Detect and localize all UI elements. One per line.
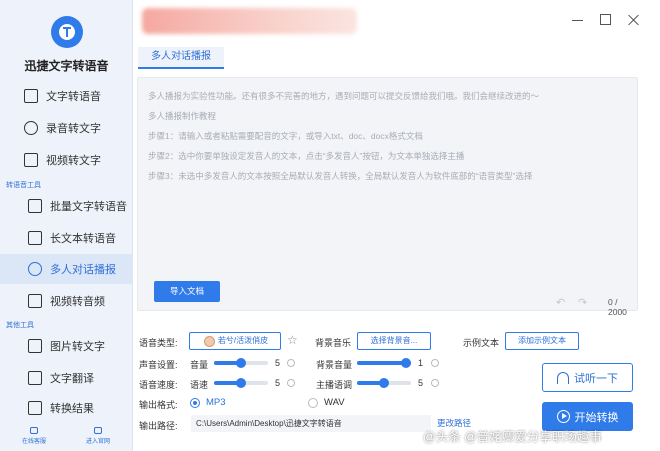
result-icon xyxy=(28,401,42,415)
close-button[interactable] xyxy=(628,14,640,26)
wav-label: WAV xyxy=(324,397,345,408)
sidebar-item-results[interactable]: 转换结果 xyxy=(0,393,133,423)
volume-value: 5 xyxy=(275,358,281,368)
sound-settings-label: 声音设置: xyxy=(139,360,178,370)
sidebar-item-label: 文字翻译 xyxy=(50,373,94,385)
translate-icon xyxy=(28,371,42,385)
text-editor[interactable]: 多人播报为实验性功能。还有很多不完善的地方，遇到问题可以提交反馈给我们哦。我们会… xyxy=(137,77,638,317)
monitor-icon xyxy=(94,427,102,434)
speed-label: 语音速度: xyxy=(139,380,178,390)
mic-icon xyxy=(24,121,38,135)
output-path-field[interactable]: C:\Users\Admin\Desktop\迅捷文字转语音 xyxy=(191,415,431,432)
hint-line: 步骤2：选中你要单独设定发音人的文本，点击“多发音人”按钮，为文本单独选择主播 xyxy=(148,151,465,161)
sidebar-item-label: 多人对话播报 xyxy=(50,264,116,276)
minimize-button[interactable] xyxy=(572,14,584,26)
output-format-label: 输出格式: xyxy=(139,400,178,410)
redo-icon[interactable]: ↷ xyxy=(578,296,587,309)
reset-icon[interactable] xyxy=(287,359,295,367)
mp3-label: MP3 xyxy=(206,397,226,408)
sidebar-item-video-to-text[interactable]: 视频转文字 xyxy=(0,145,133,175)
users-icon xyxy=(28,262,42,276)
slider-knob[interactable] xyxy=(401,358,411,368)
sidebar-item-label: 批量文字转语音 xyxy=(50,201,127,213)
favorite-star-icon[interactable]: ☆ xyxy=(287,333,298,347)
slider-knob[interactable] xyxy=(379,378,389,388)
hint-line: 步骤3：未选中多发音人的文本按照全局默认发音人转换，全局默认发音人为软件底部的“… xyxy=(148,171,533,181)
watermark: @头条 @普姥卿爱分享职场趣事 xyxy=(423,430,602,444)
pitch-slider[interactable] xyxy=(357,378,411,388)
sidebar-item-label: 长文本转语音 xyxy=(50,233,116,245)
image-icon xyxy=(28,339,42,353)
video-icon xyxy=(24,153,38,167)
blurred-title-banner xyxy=(142,8,357,34)
hint-line: 多人播报为实验性功能。还有很多不完善的地方，遇到问题可以提交反馈给我们哦。我们会… xyxy=(148,91,540,101)
play-icon xyxy=(556,410,570,423)
sidebar-item-label: 图片转文字 xyxy=(50,341,105,353)
long-text-icon xyxy=(28,231,42,245)
hint-line: 多人播报制作教程 xyxy=(148,111,217,121)
select-bg-music-button[interactable]: 选择背景音... xyxy=(357,332,431,350)
text-to-speech-icon xyxy=(24,89,38,103)
batch-icon xyxy=(28,199,42,213)
volume-label: 音量 xyxy=(190,360,209,370)
slider-knob[interactable] xyxy=(236,378,246,388)
sidebar-item-audio-to-text[interactable]: 录音转文字 xyxy=(0,113,133,143)
volume-slider[interactable] xyxy=(214,358,268,368)
sidebar-item-label: 视频转文字 xyxy=(46,155,101,167)
app-title: 迅捷文字转语音 xyxy=(24,59,109,73)
wav-radio[interactable] xyxy=(308,398,318,408)
sidebar-item-label: 文字转语音 xyxy=(46,91,101,103)
speed-sub-label: 语速 xyxy=(190,380,209,390)
group-label-speech-tools: 转语音工具 xyxy=(6,182,41,189)
online-service-button[interactable]: 在线客服 xyxy=(14,427,54,445)
headphones-icon xyxy=(557,371,569,384)
add-example-text-button[interactable]: 添加示例文本 xyxy=(505,332,579,350)
speaker-avatar xyxy=(204,336,215,347)
import-document-button[interactable]: 导入文档 xyxy=(154,281,220,302)
preview-button[interactable]: 试听一下 xyxy=(542,363,633,392)
sidebar-item-multi-speaker[interactable]: 多人对话播报 xyxy=(0,254,133,284)
sidebar-item-long-text-tts[interactable]: 长文本转语音 xyxy=(0,223,133,253)
output-path-label: 输出路径: xyxy=(139,421,178,431)
bg-music-label: 背景音乐 xyxy=(315,338,352,348)
sidebar-item-batch-tts[interactable]: 批量文字转语音 xyxy=(0,191,133,221)
sidebar-item-translate[interactable]: 文字翻译 xyxy=(0,363,133,393)
pitch-value: 5 xyxy=(418,378,424,388)
example-text-label: 示例文本 xyxy=(463,338,500,348)
official-site-button[interactable]: 进入官网 xyxy=(78,427,118,445)
mp3-radio[interactable] xyxy=(190,398,200,408)
sidebar-item-video-to-audio[interactable]: 视频转音频 xyxy=(0,286,133,316)
speed-slider[interactable] xyxy=(214,378,268,388)
speed-value: 5 xyxy=(275,378,281,388)
reset-icon[interactable] xyxy=(287,379,295,387)
undo-icon[interactable]: ↶ xyxy=(556,296,565,309)
bg-volume-label: 背景音量 xyxy=(316,360,353,370)
char-counter: 0 / 2000 xyxy=(608,297,627,317)
sidebar-item-label: 录音转文字 xyxy=(46,123,101,135)
sidebar-item-image-to-text[interactable]: 图片转文字 xyxy=(0,331,133,361)
app-logo-icon xyxy=(51,16,83,48)
headset-icon xyxy=(30,427,38,434)
sidebar-item-label: 视频转音频 xyxy=(50,296,105,308)
maximize-button[interactable] xyxy=(600,14,611,25)
reset-icon[interactable] xyxy=(431,359,439,367)
reset-icon[interactable] xyxy=(431,379,439,387)
bg-volume-value: 1 xyxy=(418,358,424,368)
tab-multi-speaker[interactable]: 多人对话播报 xyxy=(138,47,224,69)
hint-line: 步骤1：请输入或者粘贴需要配音的文字，或导入txt、doc、docx格式文档 xyxy=(148,131,423,141)
voice-select-button[interactable]: 若兮/活泼俏皮 xyxy=(189,332,281,350)
pitch-label: 主播语调 xyxy=(316,380,353,390)
sidebar-item-text-to-speech[interactable]: 文字转语音 xyxy=(0,81,133,111)
video-audio-icon xyxy=(28,294,42,308)
group-label-other-tools: 其他工具 xyxy=(6,322,34,329)
slider-knob[interactable] xyxy=(236,358,246,368)
bg-volume-slider[interactable] xyxy=(357,358,411,368)
voice-type-label: 语音类型: xyxy=(139,338,178,348)
sidebar: 迅捷文字转语音 文字转语音 录音转文字 视频转文字 转语音工具 批量文字转语音 … xyxy=(0,0,133,451)
sidebar-item-label: 转换结果 xyxy=(50,403,94,415)
